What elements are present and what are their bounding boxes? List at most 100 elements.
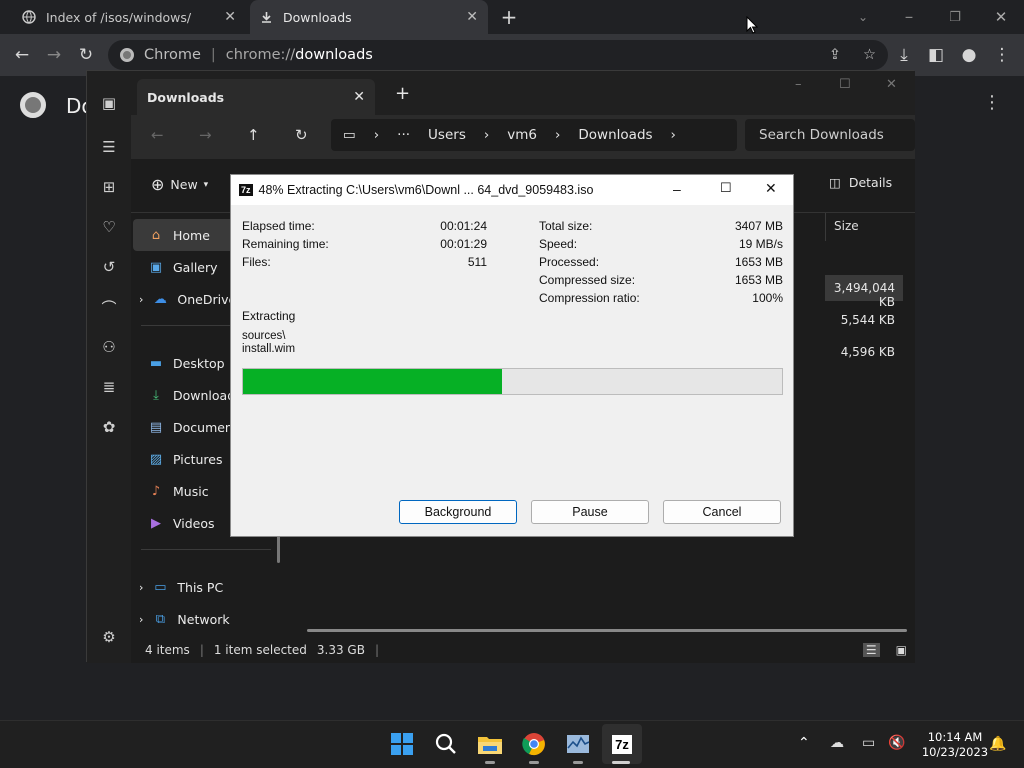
- tiles-view-icon[interactable]: ▣: [896, 643, 907, 657]
- new-tab-button[interactable]: +: [395, 83, 410, 104]
- expand-chevron-icon[interactable]: ›: [139, 613, 143, 626]
- forward-button[interactable]: →: [199, 126, 212, 144]
- side-panel-icon[interactable]: ◧: [922, 41, 950, 69]
- horizontal-scrollbar[interactable]: [307, 629, 907, 632]
- up-button[interactable]: ↑: [247, 126, 260, 144]
- plus-circle-icon: ⊕: [151, 175, 165, 194]
- windows-start-icon[interactable]: [382, 724, 422, 764]
- back-button[interactable]: ←: [8, 41, 36, 69]
- mouse-cursor-icon: [746, 16, 758, 34]
- activity-icon[interactable]: ♡: [87, 207, 131, 247]
- selection-info: 1 item selected: [213, 643, 307, 657]
- maximize-icon[interactable]: ☐: [720, 180, 732, 196]
- hamburger-menu-icon[interactable]: ☰: [87, 127, 131, 167]
- clock-date: 10/23/2023: [921, 745, 989, 759]
- details-button[interactable]: ◫ Details: [829, 175, 892, 190]
- breadcrumb-users[interactable]: Users: [428, 127, 466, 143]
- notification-bell-icon[interactable]: 🔔: [989, 736, 1006, 752]
- clock-time: 10:14 AM: [927, 730, 983, 744]
- expand-chevron-icon[interactable]: ›: [139, 293, 143, 306]
- maximize-icon[interactable]: ☐: [839, 77, 851, 92]
- running-indicator: [485, 761, 495, 764]
- volume-icon[interactable]: 🔇: [888, 735, 905, 751]
- remaining-row: Remaining time: 00:01:29: [242, 237, 487, 251]
- network-icon: ⧉: [155, 611, 166, 627]
- pictures-icon: ▨: [149, 451, 163, 467]
- chrome-icon[interactable]: [514, 724, 554, 764]
- column-header-size[interactable]: Size: [825, 213, 915, 241]
- tab-title: Downloads: [147, 89, 225, 105]
- restore-icon[interactable]: ❐: [941, 3, 969, 31]
- users-icon[interactable]: ⚇: [87, 327, 131, 367]
- network-icon[interactable]: ▭: [862, 735, 875, 751]
- close-window-icon[interactable]: ✕: [886, 77, 897, 92]
- onedrive-icon[interactable]: ☁: [830, 735, 844, 751]
- details-pane-icon: ◫: [829, 175, 841, 190]
- chrome-menu-icon[interactable]: ⋮: [988, 41, 1016, 69]
- bookmark-star-icon[interactable]: ☆: [863, 47, 876, 63]
- back-button[interactable]: ←: [151, 126, 164, 144]
- breadcrumb-downloads[interactable]: Downloads: [578, 127, 652, 143]
- divider: [141, 549, 271, 550]
- pause-button[interactable]: Pause: [531, 500, 649, 524]
- details-view-icon[interactable]: ☰: [862, 643, 880, 657]
- performance-icon[interactable]: ⌒: [87, 287, 131, 327]
- search-icon[interactable]: [426, 724, 466, 764]
- active-indicator: [612, 761, 630, 764]
- new-button[interactable]: ⊕ New ▾: [151, 175, 208, 194]
- profile-icon[interactable]: ●: [955, 41, 983, 69]
- expand-chevron-icon[interactable]: ›: [139, 581, 143, 594]
- explorer-address-row: ← → ↑ ↻ ▭ › ··· Users › vm6 › Downloads › Sea…: [131, 115, 915, 159]
- chevron-up-icon[interactable]: ⌃: [798, 735, 810, 751]
- minimize-icon[interactable]: –: [895, 3, 923, 31]
- download-icon[interactable]: ⤓: [890, 41, 918, 69]
- new-tab-button[interactable]: +: [495, 3, 523, 31]
- address-bar[interactable]: Chrome | chrome://downloads ⇪ ☆: [108, 40, 888, 70]
- nav-item-this-pc[interactable]: › ▭ This PC: [133, 571, 273, 603]
- search-input[interactable]: Search Downloads: [745, 119, 915, 151]
- nav-item-network[interactable]: › ⧉ Network: [133, 603, 273, 635]
- running-indicator: [573, 761, 583, 764]
- breadcrumb[interactable]: ▭ › ··· Users › vm6 › Downloads ›: [331, 119, 737, 151]
- page-menu-icon[interactable]: ⋮: [983, 92, 1001, 113]
- reload-button[interactable]: ↻: [72, 41, 100, 69]
- processed-row: Processed: 1653 MB: [539, 255, 783, 269]
- chrome-tab-downloads[interactable]: Downloads ✕: [250, 0, 488, 34]
- cancel-button[interactable]: Cancel: [663, 500, 781, 524]
- close-tab-icon[interactable]: ✕: [466, 9, 478, 25]
- minimize-icon[interactable]: –: [673, 181, 681, 197]
- explorer-tab-downloads[interactable]: Downloads ✕: [137, 79, 375, 115]
- refresh-button[interactable]: ↻: [295, 126, 308, 144]
- compression-ratio-row: Compression ratio: 100%: [539, 291, 783, 305]
- download-icon: ⤓: [153, 387, 159, 403]
- settings-gear-icon[interactable]: ⚙: [87, 617, 131, 657]
- running-indicator: [529, 761, 539, 764]
- share-icon[interactable]: ⇪: [829, 47, 841, 63]
- tab-search-chevron-icon[interactable]: ⌄: [849, 3, 877, 31]
- dialog-title: 48% Extracting C:\Users\vm6\Downl ... 64…: [258, 183, 594, 197]
- gallery-icon[interactable]: ▣: [87, 83, 131, 123]
- operation-label: Extracting: [242, 309, 296, 323]
- file-explorer-icon[interactable]: [470, 724, 510, 764]
- home-icon: ⌂: [151, 227, 161, 243]
- forward-button[interactable]: →: [40, 41, 68, 69]
- close-tab-icon[interactable]: ✕: [353, 89, 365, 105]
- dialog-title-bar: 7z 48% Extracting C:\Users\vm6\Downl ...…: [231, 175, 793, 205]
- clock[interactable]: 10:14 AM 10/23/2023: [920, 730, 990, 760]
- 7zip-icon[interactable]: 7z: [602, 724, 642, 764]
- close-window-icon[interactable]: ✕: [987, 3, 1015, 31]
- file-size-cell: 5,544 KB: [840, 313, 895, 327]
- history-icon[interactable]: ↺: [87, 247, 131, 287]
- breadcrumb-vm6[interactable]: vm6: [507, 127, 537, 143]
- tab-title: Index of /isos/windows/: [46, 9, 192, 25]
- task-manager-icon[interactable]: [558, 724, 598, 764]
- close-window-icon[interactable]: ✕: [765, 180, 777, 197]
- details-list-icon[interactable]: ≣: [87, 367, 131, 407]
- background-button[interactable]: Background: [399, 500, 517, 524]
- services-icon[interactable]: ✿: [87, 407, 131, 447]
- chrome-tab-strip: Index of /isos/windows/ ✕ Downloads ✕ + …: [0, 0, 1024, 34]
- close-tab-icon[interactable]: ✕: [224, 9, 236, 25]
- minimize-icon[interactable]: –: [795, 77, 802, 92]
- apps-icon[interactable]: ⊞: [87, 167, 131, 207]
- chrome-tab-index[interactable]: Index of /isos/windows/ ✕: [12, 0, 246, 34]
